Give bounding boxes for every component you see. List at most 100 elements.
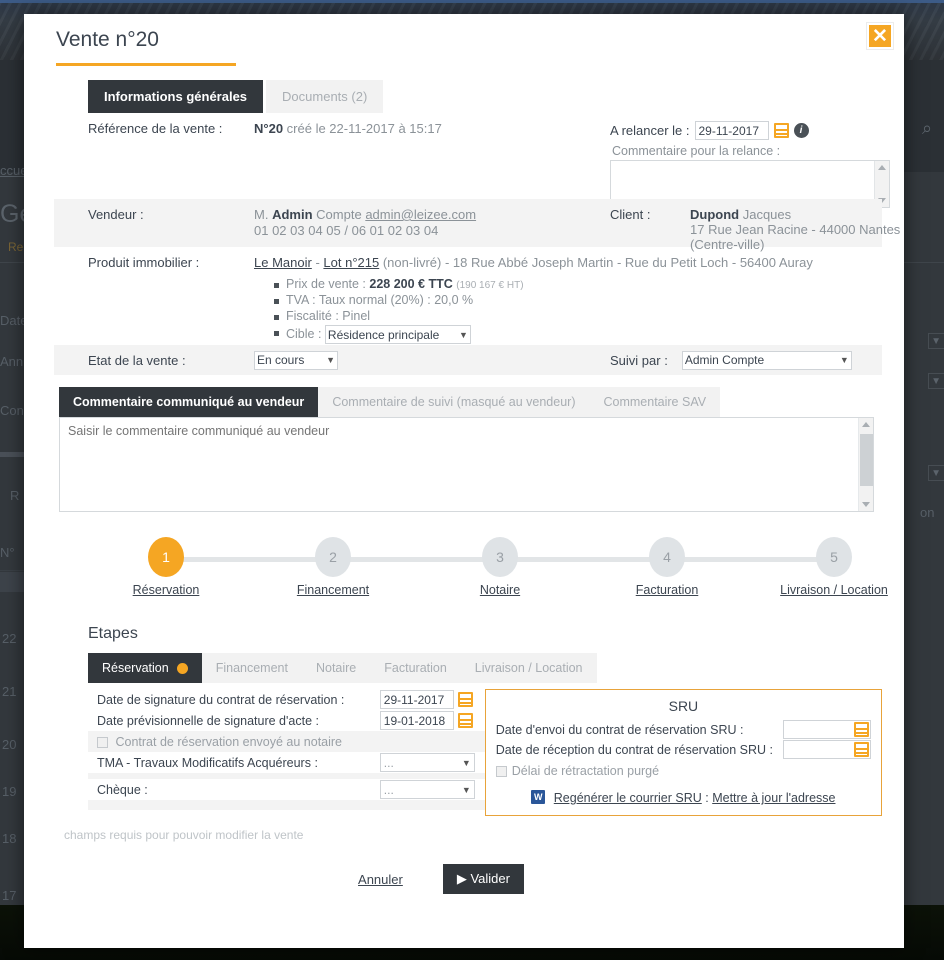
vendeur-name: Admin <box>272 207 313 222</box>
reference-created: créé le 22-11-2017 à 15:17 <box>286 121 442 136</box>
calendar-icon[interactable] <box>457 713 473 728</box>
produit-programme-link[interactable]: Le Manoir <box>254 255 312 270</box>
vendeur-email-link[interactable]: admin@leizee.com <box>365 207 476 222</box>
etape-tab-reservation-label: Réservation <box>102 661 169 675</box>
scroll-down-icon[interactable] <box>862 502 870 507</box>
validate-button[interactable]: ▶ Valider <box>442 864 524 894</box>
delai-retractation-checkbox[interactable] <box>495 765 507 777</box>
comment-textarea-scrollbar[interactable] <box>858 418 873 511</box>
tab-informations-generales[interactable]: Informations générales <box>88 80 264 113</box>
sru-row-delai: Délai de rétractation purgé <box>495 764 871 778</box>
date-signature-label: Date de signature du contrat de réservat… <box>97 692 345 707</box>
produit-address: - 18 Rue Abbé Joseph Martin - Rue du Pet… <box>444 255 813 270</box>
produit-bullets: Prix de vente : 228 200 € TTC (190 167 €… <box>254 276 882 345</box>
sru-links: Regénérer le courrier SRU : Mettre à jou… <box>496 790 871 805</box>
client-name: Dupond <box>690 207 740 222</box>
relance-date-input[interactable] <box>694 121 769 140</box>
background-row-id-1: 21 <box>2 684 17 699</box>
modal-actions: Annuler ▶ Valider <box>54 864 882 894</box>
row-cheque: Chèque : ... ▼ <box>88 779 485 800</box>
sru-envoi-input[interactable] <box>783 720 871 739</box>
bullet-cible: Cible : Résidence principale ▼ <box>274 324 882 345</box>
background-row-id-0: 22 <box>2 631 17 646</box>
etat-section: Etat de la vente : En cours ▼ Suivi par … <box>54 345 882 375</box>
produit-lot-link[interactable]: Lot n°215 <box>323 255 379 270</box>
sru-reception-input[interactable] <box>783 740 871 759</box>
stepper-circle-5[interactable]: 5 <box>816 537 852 577</box>
etape-tab-reservation[interactable]: Réservation <box>88 653 202 683</box>
reference-label: Référence de la vente : <box>88 121 223 136</box>
calendar-icon[interactable] <box>854 742 869 757</box>
background-select-3: ▼ <box>928 465 944 481</box>
stepper-circle-1[interactable]: 1 <box>148 537 184 577</box>
calendar-icon[interactable] <box>457 692 473 707</box>
stepper-label-reservation[interactable]: Réservation <box>133 583 200 597</box>
tab-documents[interactable]: Documents (2) <box>266 80 384 113</box>
scrollbar-thumb[interactable] <box>860 434 873 486</box>
cible-select[interactable]: Résidence principale ▼ <box>324 325 471 344</box>
background-row-id-5: 17 <box>2 888 17 903</box>
client-value: Dupond Jacques 17 Rue Jean Racine - 4400… <box>690 199 900 252</box>
date-signature-input[interactable] <box>379 690 454 709</box>
bullet-prix: Prix de vente : 228 200 € TTC (190 167 €… <box>274 276 882 292</box>
regenerer-courrier-link[interactable]: Regénérer le courrier SRU <box>554 791 702 805</box>
etapes-tabs: Réservation Financement Notaire Facturat… <box>88 653 882 683</box>
client-surname: Jacques <box>742 207 792 222</box>
etat-select-value: En cours <box>257 353 305 367</box>
scroll-up-icon[interactable] <box>862 422 870 427</box>
background-field-3: Con <box>0 403 24 418</box>
bullet-prix-value: 228 200 € TTC <box>369 277 453 291</box>
suivi-select[interactable]: Admin Compte ▼ <box>681 350 852 370</box>
stepper-circle-4[interactable]: 4 <box>649 537 685 577</box>
produit-value: Le Manoir - Lot n°215 (non-livré) - 18 R… <box>254 247 882 345</box>
row-date-signature: Date de signature du contrat de réservat… <box>88 689 485 710</box>
tab-commentaire-vendeur[interactable]: Commentaire communiqué au vendeur <box>59 387 319 417</box>
stepper-step-3: 3 Notaire <box>480 537 520 597</box>
suivi-label: Suivi par : <box>610 352 668 368</box>
stepper-circle-2[interactable]: 2 <box>315 537 351 577</box>
reference-number: N°20 <box>254 121 284 136</box>
date-previsionnelle-input[interactable] <box>379 711 454 730</box>
close-icon[interactable]: ✕ <box>866 22 894 50</box>
cancel-button[interactable]: Annuler <box>352 871 409 888</box>
comment-textarea[interactable] <box>59 417 874 512</box>
tab-commentaire-suivi[interactable]: Commentaire de suivi (masqué au vendeur) <box>318 387 590 417</box>
etape-tab-facturation[interactable]: Facturation <box>370 653 461 683</box>
sru-panel: SRU Date d'envoi du contrat de réservati… <box>484 689 882 816</box>
background-row-id-3: 19 <box>2 784 17 799</box>
cible-select-value: Résidence principale <box>327 327 440 342</box>
comment-textarea-wrap <box>59 417 874 515</box>
vente-modal: ✕ Vente n°20 Informations générales Docu… <box>24 14 904 948</box>
cheque-label: Chèque : <box>97 782 148 797</box>
etape-tab-notaire[interactable]: Notaire <box>301 653 371 683</box>
stepper-label-facturation[interactable]: Facturation <box>636 583 699 597</box>
cheque-select[interactable]: ... ▼ <box>379 780 475 799</box>
info-icon[interactable]: i <box>793 123 809 138</box>
calendar-icon[interactable] <box>854 722 869 737</box>
contrat-envoye-checkbox[interactable] <box>97 736 108 748</box>
etat-select[interactable]: En cours ▼ <box>254 350 338 370</box>
main-tabs: Informations générales Documents (2) <box>88 80 882 113</box>
cheque-select-value: ... <box>383 782 394 797</box>
etape-tab-livraison[interactable]: Livraison / Location <box>460 653 597 683</box>
tma-select[interactable]: ... ▼ <box>379 753 475 772</box>
produit-status: (non-livré) <box>382 255 442 270</box>
title-underline <box>56 63 236 66</box>
stepper-circle-3[interactable]: 3 <box>482 537 518 577</box>
progress-stepper: 1 Réservation 2 Financement 3 Notaire 4 … <box>124 537 888 607</box>
calendar-icon[interactable] <box>773 123 789 138</box>
produit-section: Produit immobilier : Le Manoir - Lot n°2… <box>54 247 882 345</box>
stepper-label-financement[interactable]: Financement <box>297 583 369 597</box>
tab-commentaire-sav[interactable]: Commentaire SAV <box>589 387 721 417</box>
produit-label: Produit immobilier : <box>88 255 200 270</box>
reference-section: Référence de la vente : N°20 créé le 22-… <box>54 113 890 208</box>
etape-tab-financement[interactable]: Financement <box>201 653 302 683</box>
client-block: Client : Dupond Jacques 17 Rue Jean Raci… <box>610 199 904 252</box>
client-address: 17 Rue Jean Racine - 44000 Nantes <box>690 222 901 237</box>
mettre-a-jour-adresse-link[interactable]: Mettre à jour l'adresse <box>712 791 835 805</box>
stepper-step-4: 4 Facturation <box>636 537 698 597</box>
stepper-label-livraison[interactable]: Livraison / Location <box>780 583 888 597</box>
stepper-label-notaire[interactable]: Notaire <box>480 583 520 597</box>
scroll-up-icon[interactable] <box>878 165 886 170</box>
contrat-envoye-label: Contrat de réservation envoyé au notaire <box>115 734 343 749</box>
